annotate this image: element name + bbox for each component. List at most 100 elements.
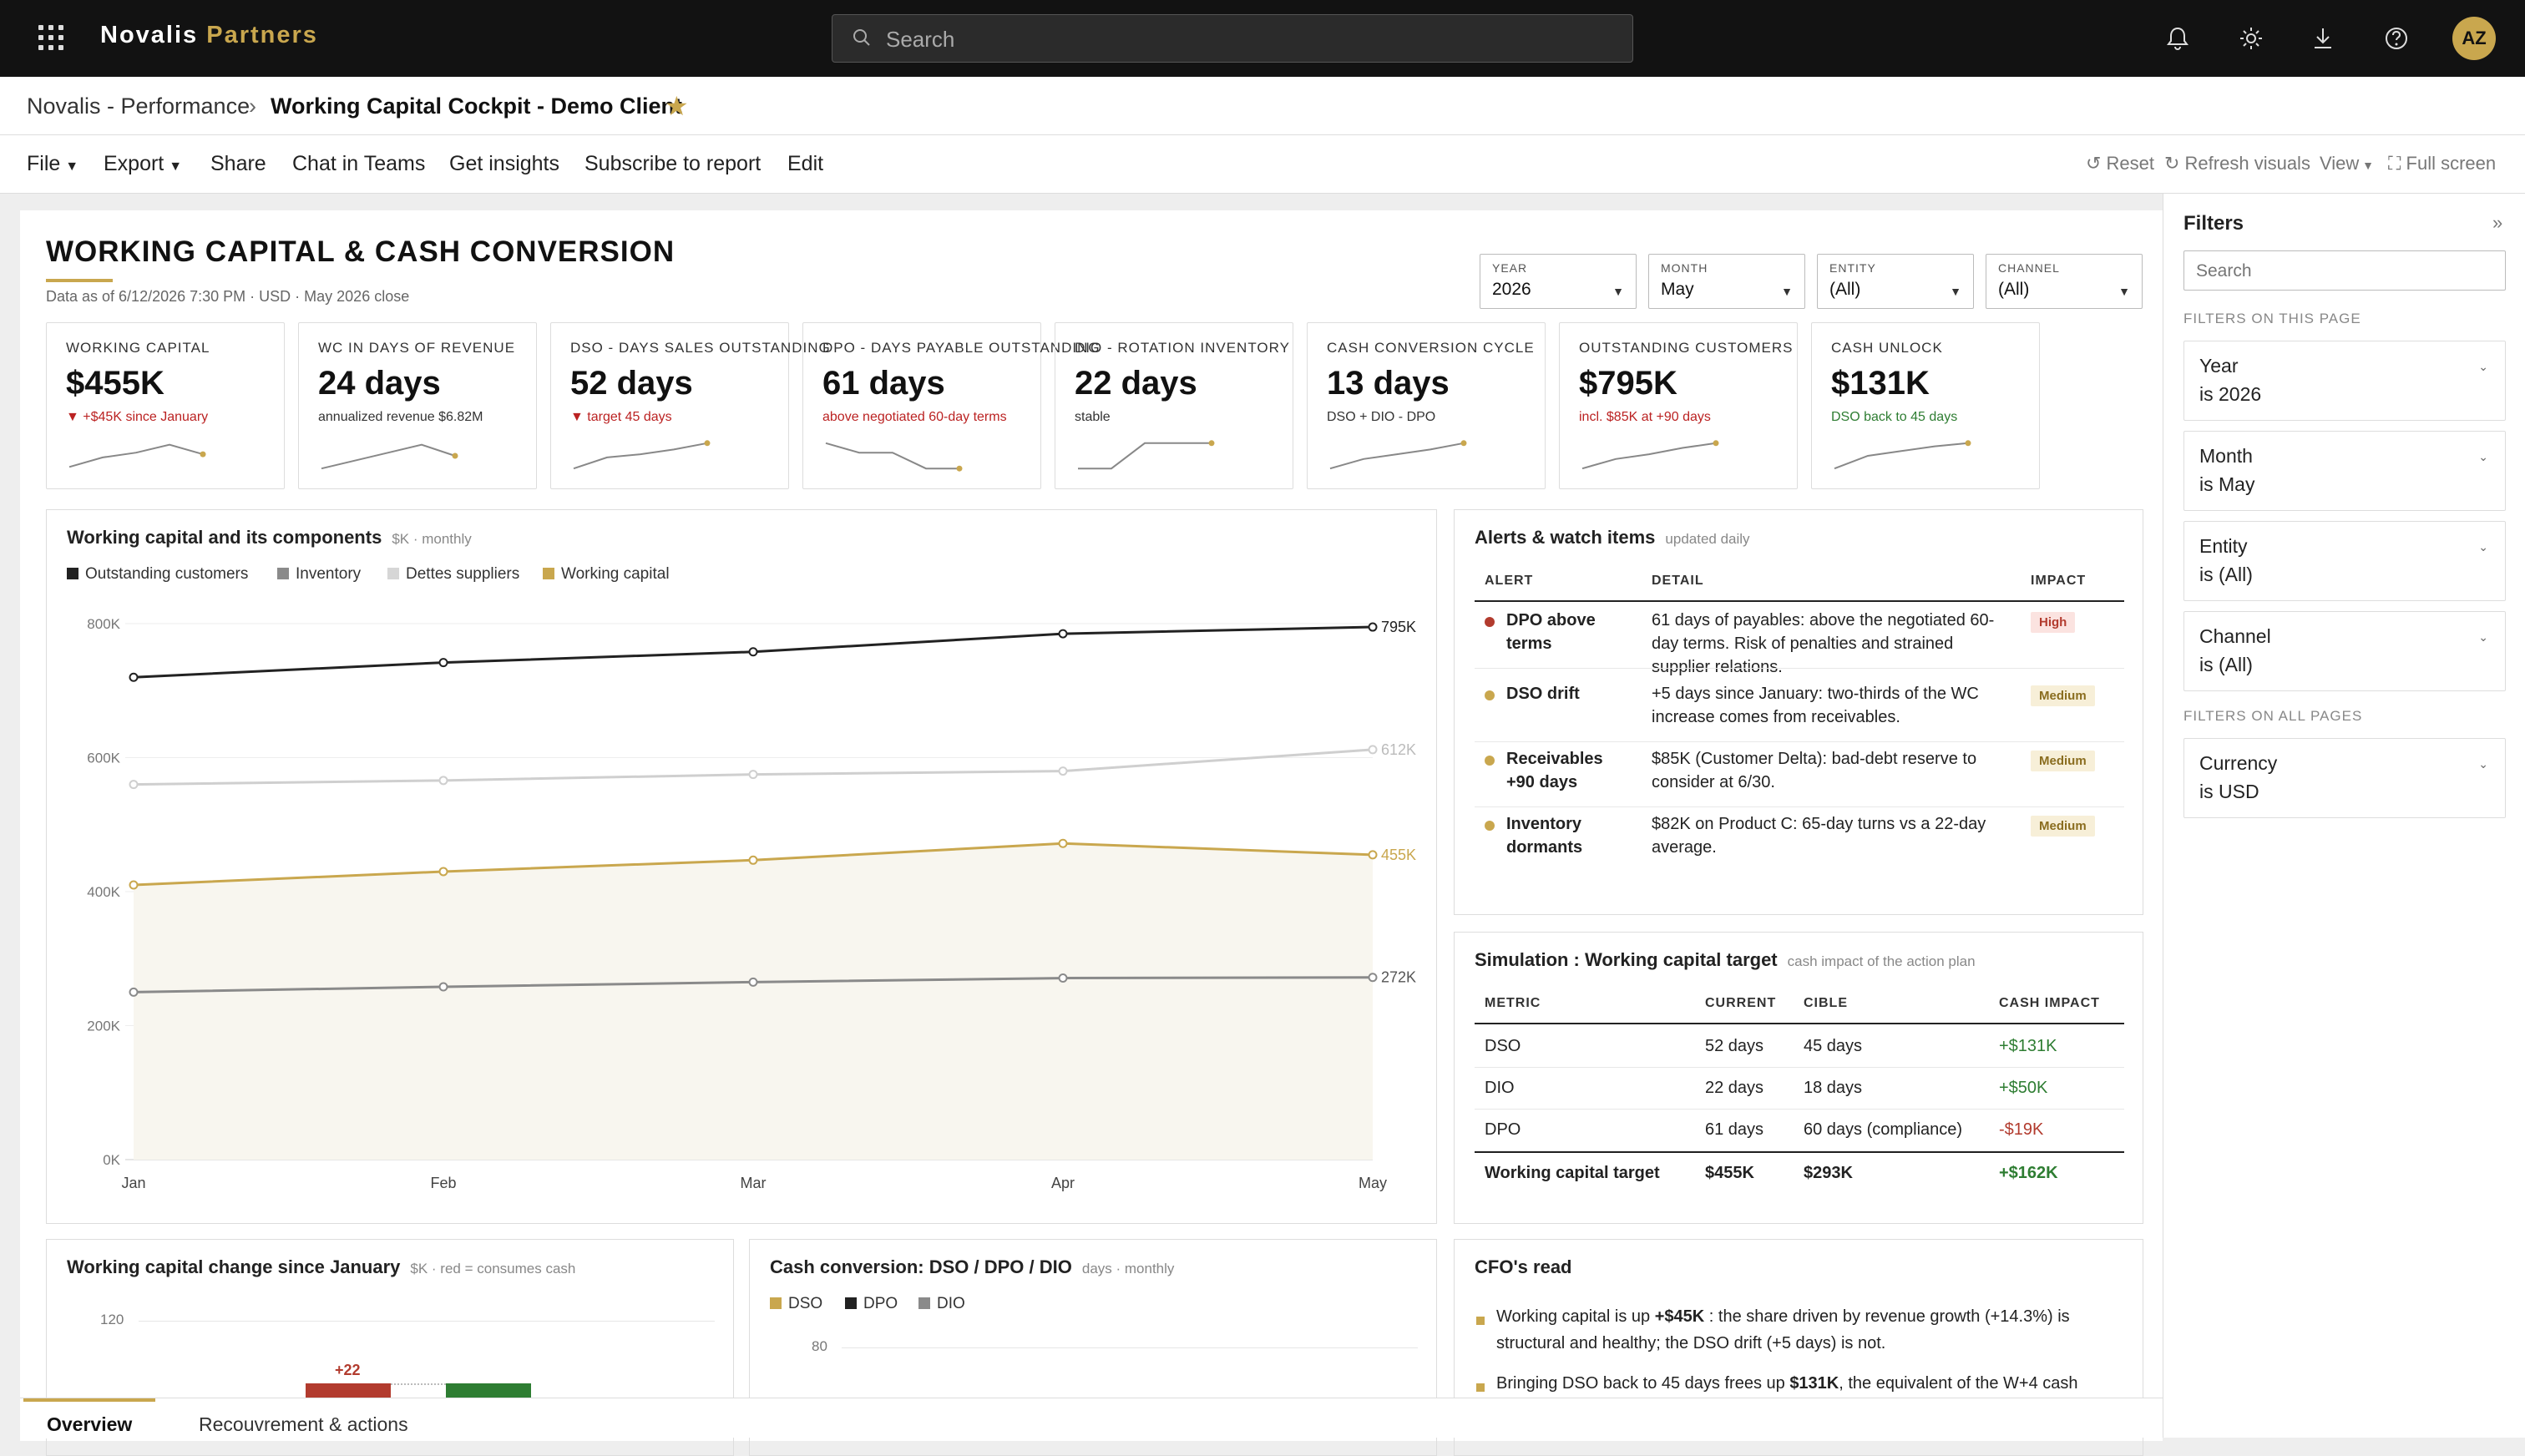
settings-icon[interactable] [2236,23,2266,53]
filters-search[interactable] [2183,250,2506,291]
data-point[interactable] [1058,766,1068,776]
data-point[interactable] [1368,745,1378,755]
collapse-filters-icon[interactable]: » [2492,212,2502,234]
data-point[interactable] [438,658,448,668]
data-point[interactable] [748,647,758,657]
filters-search-input[interactable] [2196,260,2488,283]
full-screen-button[interactable]: ⛶ Full screen [2388,153,2496,174]
tab-recouvrement[interactable]: Recouvrement & actions [175,1398,432,1438]
chevron-down-icon: ▼ [2118,285,2130,298]
share-button[interactable]: Share [210,152,266,176]
subscribe-button[interactable]: Subscribe to report [584,152,761,176]
kpi-label: WORKING CAPITAL [66,340,210,356]
kpi-card[interactable]: WORKING CAPITAL $455K ▼ +$45K since Januar… [46,322,285,489]
target-cell: 18 days [1804,1079,1863,1097]
legend-item[interactable]: Working capital [543,565,670,584]
bell-icon[interactable] [2163,23,2193,53]
data-point[interactable] [438,776,448,786]
data-point[interactable] [1058,629,1068,639]
legend-item[interactable]: DSO [770,1295,822,1313]
x-tick-label: May [1359,1175,1387,1191]
series-line[interactable] [133,748,1374,786]
reset-button[interactable]: ↺ Reset [2086,153,2154,174]
file-menu[interactable]: File ▼ [27,152,78,176]
tab-overview[interactable]: Overview [23,1398,156,1438]
data-point[interactable] [129,672,139,682]
filter-card-currency[interactable]: Currency is USD ⌄ [2183,738,2506,818]
data-point[interactable] [1368,850,1378,860]
kpi-card[interactable]: WC IN DAYS OF REVENUE 24 days annualized r… [298,322,537,489]
kpi-card[interactable]: DPO - DAYS PAYABLE OUTSTANDING 61 days abo… [802,322,1100,489]
wc-components-chart[interactable]: Working capital and its components $K · m… [46,509,1437,1224]
cfo-paragraph-1-cont: structural and healthy; the DSO drift (+… [1496,1334,1886,1352]
kpi-card[interactable]: CASH UNLOCK $131K DSO back to 45 days [1811,322,2040,489]
breadcrumb-workspace[interactable]: Novalis - Performance [27,94,250,119]
data-point[interactable] [129,780,139,790]
global-search[interactable] [832,14,1633,63]
chevron-down-icon[interactable]: ⌄ [2478,757,2488,771]
legend-item[interactable]: Outstanding customers [67,565,248,584]
legend-item[interactable]: DIO [918,1295,965,1313]
favorite-star-icon[interactable]: ★ [665,90,689,122]
data-point[interactable] [748,855,758,865]
entity-slicer[interactable]: ENTITY (All) ▼ [1817,254,1974,309]
refresh-visuals-button[interactable]: ↻ Refresh visuals [2164,153,2310,174]
filter-card-year[interactable]: Year is 2026 ⌄ [2183,341,2506,421]
data-point[interactable] [438,982,448,992]
chat-in-teams-button[interactable]: Chat in Teams [292,152,425,176]
year-slicer[interactable]: YEAR 2026 ▼ [1480,254,1637,309]
download-icon[interactable] [2308,23,2338,53]
get-insights-button[interactable]: Get insights [449,152,559,176]
avatar[interactable]: AZ [2452,17,2496,60]
data-point[interactable] [1368,973,1378,983]
kpi-card[interactable]: CASH CONVERSION CYCLE 13 days DSO + DIO - … [1307,322,1546,489]
y-tick-label: 800K [87,616,120,632]
alert-row[interactable]: Inventory dormants $82K on Product C: 65-d… [1475,807,2124,872]
channel-slicer[interactable]: CHANNEL (All) ▼ [1986,254,2143,309]
simulation-row[interactable]: DPO 61 days 60 days (compliance) -$19K [1475,1110,2124,1151]
legend-item[interactable]: Dettes suppliers [387,565,519,584]
search-input[interactable] [886,25,1604,53]
filter-field: Currency [2199,752,2278,774]
data-point[interactable] [438,867,448,877]
data-point[interactable] [1058,973,1068,983]
filter-card-month[interactable]: Month is May ⌄ [2183,431,2506,511]
data-point[interactable] [748,770,758,780]
data-point[interactable] [129,880,139,890]
chevron-down-icon[interactable]: ⌄ [2478,450,2488,464]
legend-item[interactable]: DPO [845,1295,898,1313]
sparkline-end-point [1713,440,1719,447]
filter-card-entity[interactable]: Entity is (All) ⌄ [2183,521,2506,601]
brand-main: Novalis [100,22,199,48]
data-point[interactable] [1058,838,1068,848]
edit-button[interactable]: Edit [787,152,823,176]
alert-row[interactable]: DSO drift +5 days since January: two-thir… [1475,677,2124,742]
help-icon[interactable] [2381,23,2411,53]
sparkline-line [825,442,959,470]
bullet-icon [1476,1317,1485,1325]
month-slicer[interactable]: MONTH May ▼ [1648,254,1805,309]
status-dot-icon [1485,756,1495,766]
kpi-card[interactable]: OUTSTANDING CUSTOMERS $795K incl. $85K at … [1559,322,1798,489]
data-point[interactable] [748,977,758,987]
alert-row[interactable]: DPO above terms 61 days of payables: above… [1475,604,2124,676]
simulation-total-row[interactable]: Working capital target $455K $293K +$162K [1475,1153,2124,1195]
chevron-down-icon[interactable]: ⌄ [2478,360,2488,374]
chevron-down-icon[interactable]: ⌄ [2478,540,2488,554]
y-tick-label: 80 [812,1338,827,1354]
kpi-subtext: incl. $85K at +90 days [1579,410,1711,424]
export-menu[interactable]: Export ▼ [104,152,182,176]
filter-card-channel[interactable]: Channel is (All) ⌄ [2183,611,2506,691]
kpi-card[interactable]: DSO - DAYS SALES OUTSTANDING 52 days ▼ tar… [550,322,830,489]
simulation-row[interactable]: DIO 22 days 18 days +$50K [1475,1068,2124,1110]
view-menu[interactable]: View ▼ [2320,153,2374,174]
alert-row[interactable]: Receivables +90 days $85K (Customer Delta)… [1475,742,2124,807]
brand-logo[interactable]: Novalis Partners [100,22,318,49]
kpi-card[interactable]: DIO - ROTATION INVENTORY 22 days stable [1055,322,1293,489]
app-launcher-icon[interactable] [38,25,63,50]
legend-item[interactable]: Inventory [277,565,361,584]
simulation-row[interactable]: DSO 52 days 45 days +$131K [1475,1026,2124,1068]
data-point[interactable] [1368,622,1378,632]
chevron-down-icon[interactable]: ⌄ [2478,630,2488,645]
data-point[interactable] [129,987,139,997]
